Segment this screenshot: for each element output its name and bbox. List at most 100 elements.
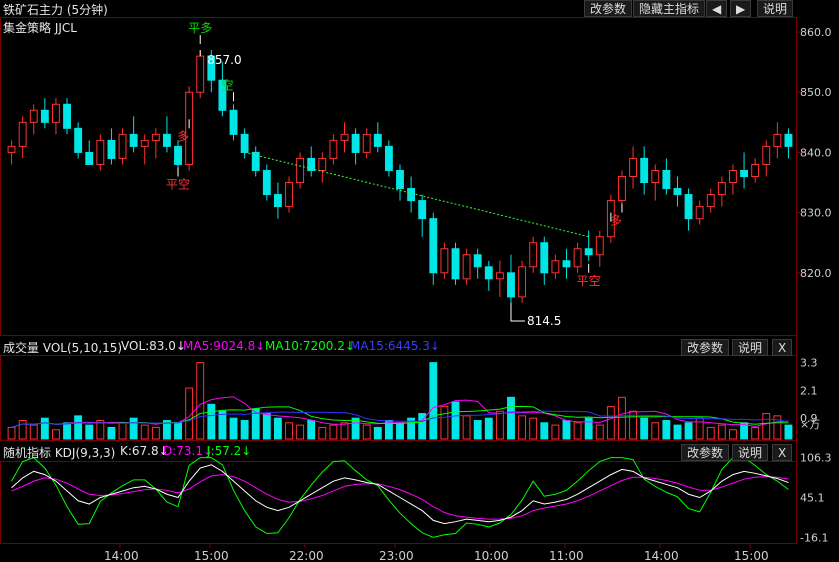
volume-bar [529, 417, 538, 440]
volume-bar [240, 419, 249, 440]
candle-body [717, 182, 726, 196]
help-button[interactable]: 说明 [757, 0, 794, 17]
candle-body [429, 218, 438, 274]
volume-bar [495, 410, 504, 440]
prev-arrow-button[interactable]: ◀ [706, 0, 728, 17]
volume-bar [640, 417, 649, 440]
volume-bar [762, 413, 771, 440]
kdj-tick-label: -16.1 [800, 531, 828, 544]
volume-bar [473, 419, 482, 440]
signal-short-label: 空 [222, 78, 234, 92]
kdj-d-line [11, 474, 789, 520]
candle-body [729, 169, 737, 184]
candle-body [751, 163, 760, 177]
volume-bar [151, 426, 160, 440]
candle-body [762, 145, 771, 165]
change-params-button[interactable]: 改参数 [584, 0, 633, 17]
low-price-label: 814.5 [527, 314, 561, 328]
strategy-label: 集金策略 JJCL [3, 21, 77, 35]
price-tick-label: 830.0 [800, 207, 832, 220]
volume-bar [540, 422, 549, 440]
volume-bar [318, 426, 327, 440]
candle-body [229, 109, 238, 135]
next-arrow-button[interactable]: ▶ [730, 0, 752, 17]
hide-main-indicator-button[interactable]: 隐藏主指标 [633, 0, 706, 17]
kdj-help-button[interactable]: 说明 [732, 444, 769, 461]
price-tick-label: 840.0 [800, 146, 832, 159]
volume-bar [29, 424, 38, 440]
signal-close-long-label: 平多 [188, 21, 212, 35]
candle-body [573, 248, 582, 268]
candle-body [362, 133, 371, 153]
kdj-change-params-button[interactable]: 改参数 [681, 444, 730, 461]
candle-body [196, 55, 205, 93]
volume-bar [285, 422, 293, 440]
time-tick-label: 23:00 [379, 549, 414, 562]
candle-body [7, 145, 16, 153]
volume-bar [451, 401, 460, 440]
volume-bar [52, 429, 60, 440]
volume-bar [684, 422, 693, 440]
candle-body [129, 133, 138, 147]
candle-body [473, 254, 482, 268]
candle-body [784, 133, 793, 147]
candle-body [562, 260, 571, 268]
candle-body [40, 109, 49, 123]
volume-label: 成交量 VOL(5,10,15) [3, 341, 123, 355]
volume-bar [651, 422, 660, 440]
candle-body [373, 133, 382, 147]
price-tick-label: 820.0 [800, 267, 832, 280]
candle-body [440, 248, 449, 274]
candle-body [74, 127, 83, 153]
volume-bar [618, 396, 626, 440]
volume-bar [340, 422, 349, 440]
ma5-value: MA5:9024.8↓ [183, 339, 266, 353]
volume-help-button[interactable]: 说明 [732, 339, 769, 356]
volume-bar [63, 422, 71, 440]
volume-bar [207, 403, 216, 440]
candle-body [318, 157, 327, 171]
candle-body [418, 200, 427, 220]
d-value: D:73.1↓ [163, 444, 214, 458]
volume-bar [362, 424, 371, 440]
candle-body [262, 169, 271, 196]
volume-bar [717, 424, 726, 440]
candle-body [162, 133, 171, 147]
candle-body [107, 139, 116, 159]
volume-bar [729, 429, 737, 440]
volume-tick-label: 3.3 [800, 357, 818, 370]
volume-bar [118, 422, 127, 440]
candle-body [296, 157, 305, 184]
volume-change-params-button[interactable]: 改参数 [681, 339, 730, 356]
volume-bar [584, 417, 593, 440]
candle-body [351, 133, 360, 153]
volume-bar [140, 424, 149, 440]
kdj-close-button[interactable]: X [772, 444, 793, 461]
candle-body [584, 248, 593, 256]
volume-bar [706, 426, 715, 440]
volume-bar [40, 417, 49, 440]
candle-body [540, 242, 549, 274]
candle-body [384, 145, 393, 171]
volume-tick-label: 2.1 [800, 384, 818, 397]
ma10-value: MA10:7200.2↓ [265, 339, 355, 353]
volume-bar [329, 424, 338, 440]
volume-bar [595, 424, 604, 440]
candle-body [85, 151, 94, 165]
volume-bar [351, 417, 360, 440]
volume-close-button[interactable]: X [772, 339, 793, 356]
signal-close-short-label: 平空 [577, 274, 601, 288]
candle-body [673, 188, 682, 196]
volume-unit-label: ×万 [800, 418, 820, 431]
candle-body [407, 188, 416, 202]
chart-canvas[interactable]: 860.0 850.0 840.0 830.0 820.0 857.0 814.5 平多多 空平… [0, 0, 839, 562]
candle-body [740, 169, 748, 178]
candle-body [773, 133, 782, 147]
volume-bar [18, 419, 27, 440]
candle-body [18, 121, 27, 147]
volume-bar [373, 426, 382, 440]
volume-bar [74, 415, 83, 440]
time-tick-label: 22:00 [289, 549, 324, 562]
candle-body [140, 139, 149, 147]
candle-body [518, 266, 527, 298]
